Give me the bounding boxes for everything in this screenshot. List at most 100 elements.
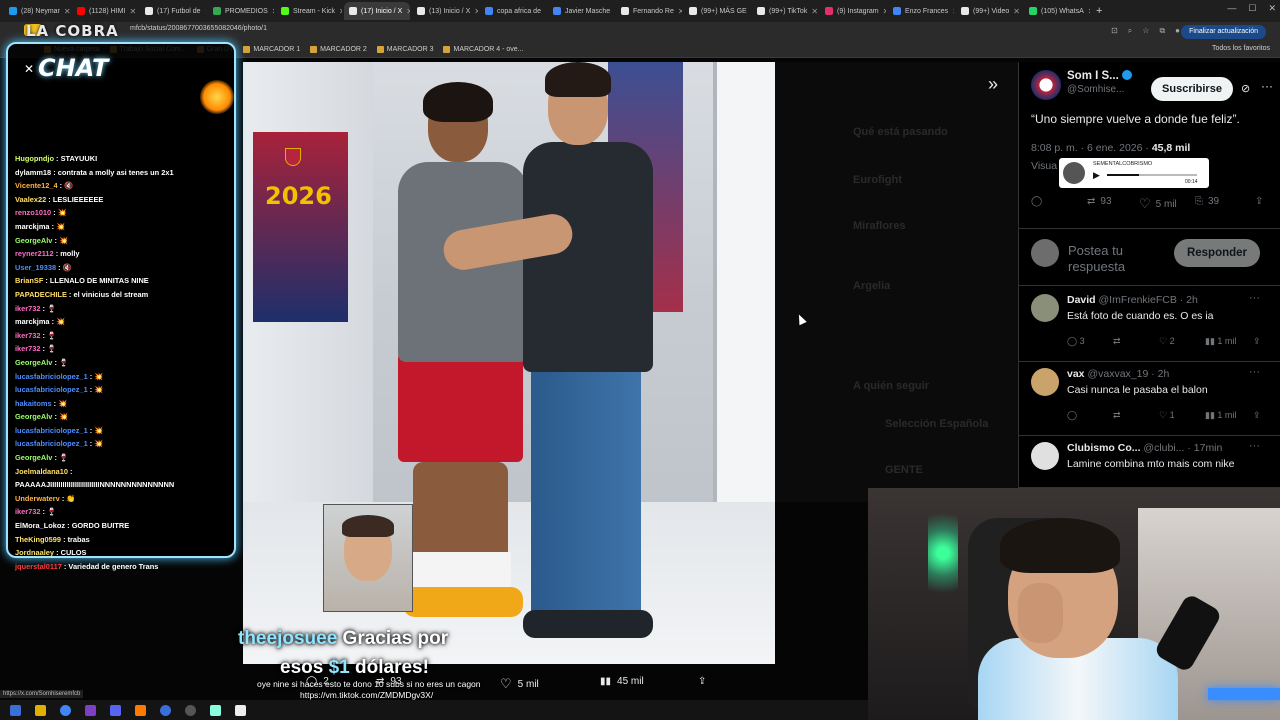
reply-author[interactable]: David @ImFrenkieFCB · 2h [1067, 294, 1198, 306]
tab-close-icon[interactable]: ✕ [545, 7, 546, 16]
chat-username[interactable]: GeorgeAlv [15, 358, 52, 367]
tab-close-icon[interactable]: ✕ [64, 7, 70, 16]
chat-username[interactable]: Vaalex22 [15, 195, 46, 204]
tab-close-icon[interactable]: ✕ [883, 7, 886, 16]
obs-icon[interactable] [185, 704, 196, 716]
chat-username[interactable]: User_19338 [15, 263, 56, 272]
discord-icon[interactable] [110, 704, 121, 716]
all-bookmarks[interactable]: Todos los favoritos [1212, 45, 1270, 52]
bookmark-item[interactable]: MARCADOR 4 - ove... [443, 46, 524, 53]
chrome-profile-icon[interactable] [160, 704, 171, 716]
chat-username[interactable]: iker732 [15, 344, 40, 353]
reply-avatar[interactable] [1031, 294, 1059, 322]
more-options-icon[interactable]: ··· [1261, 79, 1273, 93]
start-icon[interactable] [10, 704, 21, 716]
app-icon-4[interactable] [235, 704, 246, 716]
expand-panel-icon[interactable]: » [988, 74, 998, 95]
file-explorer-icon[interactable] [35, 704, 46, 716]
maximize-icon[interactable]: ☐ [1248, 3, 1256, 14]
browser-tab[interactable]: Stream - Kick✕ [276, 2, 342, 20]
chat-username[interactable]: lucasfabriciolopez_1 [15, 385, 88, 394]
repost-button[interactable]: ⇄ 93 [1087, 196, 1112, 207]
browser-tab[interactable]: Enzo Frances✕ [888, 2, 954, 20]
reply-submit-button[interactable]: Responder [1174, 239, 1260, 267]
chat-username[interactable]: BrianSF [15, 276, 43, 285]
tab-close-icon[interactable]: ✕ [406, 7, 410, 16]
chat-username[interactable]: reyner2112 [15, 249, 54, 258]
minimize-icon[interactable]: — [1227, 3, 1236, 14]
bookmark-item[interactable]: MARCADOR 3 [376, 46, 433, 53]
app-icon[interactable] [85, 704, 96, 716]
tab-close-icon[interactable]: ✕ [205, 7, 206, 16]
chat-username[interactable]: iker732 [15, 304, 40, 313]
chat-username[interactable]: lucasfabriciolopez_1 [15, 439, 88, 448]
reply-avatar[interactable] [1031, 368, 1059, 396]
chat-username[interactable]: hakaitoms [15, 399, 52, 408]
browser-tab[interactable]: (105) WhatsA ✕ [1024, 2, 1090, 20]
chat-username[interactable]: renzo1010 [15, 208, 51, 217]
play-icon[interactable]: ▶ [1093, 170, 1100, 181]
reply-like-button[interactable]: ♡ 2 [1159, 336, 1175, 347]
browser-tab[interactable]: copa africa de ✕ [480, 2, 546, 20]
reply-share-button[interactable]: ⇪ [1253, 336, 1261, 347]
audio-progress-bar[interactable] [1107, 174, 1197, 176]
chat-username[interactable]: iker732 [15, 507, 40, 516]
chat-username[interactable]: PAPADECHILE [15, 290, 67, 299]
share-button[interactable]: ⇪ [1255, 196, 1263, 207]
new-tab-button[interactable]: + [1096, 5, 1102, 17]
chat-username[interactable]: TheKing0599 [15, 535, 61, 544]
chat-username[interactable]: Vicente12_4 [15, 181, 58, 190]
browser-tab[interactable]: (28) Neymar ✕ [4, 2, 70, 20]
browser-tab[interactable]: (1128) HIMI ✕ [72, 2, 138, 20]
chrome-icon[interactable] [60, 704, 71, 716]
chat-username[interactable]: lucasfabriciolopez_1 [15, 372, 88, 381]
chat-username[interactable]: GeorgeAlv [15, 236, 52, 245]
reply-views-button[interactable]: ▮▮ 1 mil [1205, 410, 1236, 421]
chat-username[interactable]: dylamm18 [15, 168, 51, 177]
url-field[interactable]: mfcb/status/2008677003655082046/photo/1 [130, 25, 267, 32]
tab-close-icon[interactable]: ✕ [811, 7, 818, 16]
reply-tweet[interactable]: vax @vaxvax_19 · 2h ··· Casi nunca le pasa… [1019, 362, 1280, 436]
tweet-time[interactable]: 8:08 p. m. · 6 ene. 2026 · [1031, 142, 1152, 154]
bookmark-button[interactable]: ⎘ 39 [1195, 196, 1219, 207]
like-button[interactable]: ♡ 5 mil [1139, 196, 1177, 212]
browser-tab[interactable]: Fernando Re ✕ [616, 2, 682, 20]
audio-player-widget[interactable]: SEMENTALCOBRISMO ▶ 00:14 [1059, 158, 1209, 188]
reply-input[interactable]: Postea tu respuesta [1068, 243, 1168, 275]
chat-username[interactable]: iker732 [15, 331, 40, 340]
browser-tab[interactable]: PROMEDIOS ✕ [208, 2, 274, 20]
browser-tab[interactable]: (9) Instagram ✕ [820, 2, 886, 20]
chat-username[interactable]: Underwaterv [15, 494, 60, 503]
bookmark-item[interactable]: MARCADOR 2 [310, 46, 367, 53]
more-options-icon[interactable]: ··· [1249, 440, 1260, 452]
reply-avatar[interactable] [1031, 442, 1059, 470]
chat-username[interactable]: Jordnaaley [15, 548, 54, 557]
reply-reply-button[interactable]: ◯ 3 [1067, 336, 1085, 347]
photo-share-button[interactable]: ⇪ [698, 676, 706, 687]
translate-icon[interactable]: ⊡ [1111, 26, 1118, 36]
browser-tab[interactable]: (99+) TikTok ✕ [752, 2, 818, 20]
browser-tab[interactable]: (99+) MÁS GE✕ [684, 2, 750, 20]
reply-repost-button[interactable]: ⇄ [1113, 410, 1121, 421]
photo-like-button[interactable]: ♡ 5 mil [500, 676, 539, 692]
close-window-icon[interactable]: ✕ [1268, 3, 1276, 14]
reply-author[interactable]: vax @vaxvax_19 · 2h [1067, 368, 1169, 380]
tab-close-icon[interactable]: ✕ [339, 7, 342, 16]
reply-repost-button[interactable]: ⇄ [1113, 336, 1121, 347]
zoom-icon[interactable]: ⌕ [1128, 26, 1132, 36]
browser-tab[interactable]: (13) Inicio / X ✕ [412, 2, 478, 20]
more-options-icon[interactable]: ··· [1249, 366, 1260, 378]
browser-tab[interactable]: (99+) Video ✕ [956, 2, 1022, 20]
chat-username[interactable]: marckjma [15, 317, 50, 326]
bookmark-star-icon[interactable]: ☆ [1142, 26, 1149, 36]
user-avatar[interactable] [1031, 239, 1059, 267]
update-button[interactable]: Finalizar actualización [1181, 25, 1266, 39]
tab-close-icon[interactable]: ✕ [952, 7, 954, 16]
tab-close-icon[interactable]: ✕ [1013, 7, 1020, 16]
reply-author[interactable]: Clubismo Co... @clubi... · 17min [1067, 442, 1222, 454]
browser-tab[interactable]: (17) Futbol de ✕ [140, 2, 206, 20]
browser-tab[interactable]: Javier Masche ✕ [548, 2, 614, 20]
chat-username[interactable]: Joelmaldana10 [15, 467, 68, 476]
grok-icon[interactable]: ⊘ [1241, 82, 1250, 95]
author-handle[interactable]: @Somhise... [1067, 84, 1124, 95]
